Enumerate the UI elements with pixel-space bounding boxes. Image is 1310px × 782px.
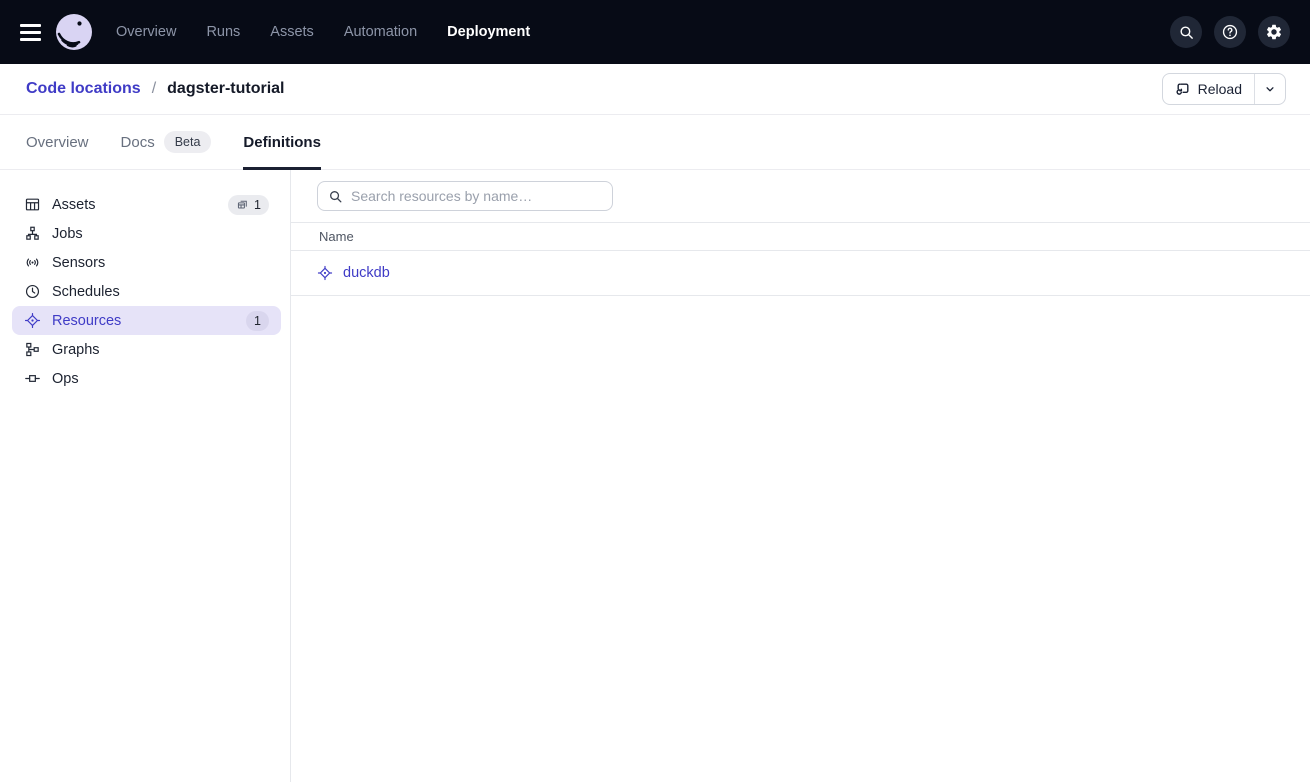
nav-item-deployment[interactable]: Deployment <box>447 24 530 40</box>
assets-icon <box>24 196 41 213</box>
ops-icon <box>24 370 41 387</box>
sidebar-item-label: Ops <box>52 371 79 387</box>
resource-link-duckdb[interactable]: duckdb <box>343 265 390 281</box>
sidebar-item-ops[interactable]: Ops <box>12 364 281 393</box>
sidebar-item-resources[interactable]: Resources 1 <box>12 306 281 335</box>
jobs-icon <box>24 225 41 242</box>
beta-badge: Beta <box>164 131 212 153</box>
assets-count-badge: 1 <box>228 195 269 215</box>
nav-item-automation[interactable]: Automation <box>344 24 417 40</box>
search-button[interactable] <box>1170 16 1202 48</box>
tab-docs-label: Docs <box>121 134 155 151</box>
table-header-name: Name <box>291 222 1310 251</box>
sidebar-item-label: Assets <box>52 197 96 213</box>
sidebar-item-label: Graphs <box>52 342 100 358</box>
resource-search-box <box>317 181 613 211</box>
graphs-icon <box>24 341 41 358</box>
resource-row-duckdb[interactable]: duckdb <box>291 251 1310 296</box>
topbar-actions <box>1170 16 1290 48</box>
chevron-down-icon <box>1263 82 1277 96</box>
tab-bar: Overview Docs Beta Definitions <box>0 115 1310 170</box>
sidebar-item-schedules[interactable]: Schedules <box>12 277 281 306</box>
content-layout: Assets 1 Jobs <box>0 170 1310 782</box>
name-column-header: Name <box>319 229 354 244</box>
sidebar-item-sensors[interactable]: Sensors <box>12 248 281 277</box>
sidebar-item-jobs[interactable]: Jobs <box>12 219 281 248</box>
hamburger-icon <box>20 38 41 41</box>
nav-item-overview[interactable]: Overview <box>116 24 176 40</box>
resources-icon <box>24 312 41 329</box>
breadcrumb-separator: / <box>152 80 156 98</box>
help-button[interactable] <box>1214 16 1246 48</box>
definitions-sidebar: Assets 1 Jobs <box>0 170 291 782</box>
sidebar-item-label: Sensors <box>52 255 105 271</box>
tab-definitions-label: Definitions <box>243 134 321 151</box>
settings-button[interactable] <box>1258 16 1290 48</box>
breadcrumb-current-location: dagster-tutorial <box>167 80 284 98</box>
help-icon <box>1221 23 1239 41</box>
reload-button-label: Reload <box>1198 81 1242 97</box>
sidebar-item-graphs[interactable]: Graphs <box>12 335 281 364</box>
reload-split-button: Reload <box>1162 73 1286 105</box>
tab-definitions[interactable]: Definitions <box>243 115 321 169</box>
stacked-tables-icon <box>236 198 249 211</box>
top-navigation-bar: Overview Runs Assets Automation Deployme… <box>0 0 1310 64</box>
nav-item-assets[interactable]: Assets <box>270 24 314 40</box>
dagster-logo-icon <box>56 14 92 50</box>
reload-code-location-icon <box>1175 81 1191 97</box>
search-resources-input[interactable] <box>351 188 602 204</box>
sidebar-item-label: Resources <box>52 313 121 329</box>
tab-overview[interactable]: Overview <box>26 115 89 169</box>
sidebar-item-assets[interactable]: Assets 1 <box>12 190 281 219</box>
badge-count: 1 <box>254 314 261 328</box>
gear-icon <box>1265 23 1283 41</box>
search-icon <box>328 189 343 204</box>
search-row <box>291 170 1310 222</box>
hamburger-menu-button[interactable] <box>20 18 48 46</box>
sidebar-item-label: Schedules <box>52 284 120 300</box>
schedules-icon <box>24 283 41 300</box>
primary-nav: Overview Runs Assets Automation Deployme… <box>116 24 530 40</box>
search-icon <box>1178 24 1195 41</box>
nav-item-runs[interactable]: Runs <box>206 24 240 40</box>
resource-icon <box>317 265 333 281</box>
dagster-logo[interactable] <box>56 14 92 50</box>
breadcrumb: Code locations / dagster-tutorial <box>26 80 284 98</box>
hamburger-icon <box>20 24 41 27</box>
page-header: Code locations / dagster-tutorial Reload <box>0 64 1310 115</box>
reload-dropdown-button[interactable] <box>1254 74 1285 104</box>
sidebar-item-label: Jobs <box>52 226 83 242</box>
hamburger-icon <box>20 31 41 34</box>
badge-count: 1 <box>254 198 261 212</box>
breadcrumb-code-locations-link[interactable]: Code locations <box>26 80 141 98</box>
resources-count-badge: 1 <box>246 311 269 331</box>
reload-button[interactable]: Reload <box>1163 74 1254 104</box>
resources-main-panel: Name duckdb <box>291 170 1310 782</box>
tab-docs[interactable]: Docs Beta <box>121 115 212 169</box>
sensors-icon <box>24 254 41 271</box>
tab-overview-label: Overview <box>26 134 89 151</box>
